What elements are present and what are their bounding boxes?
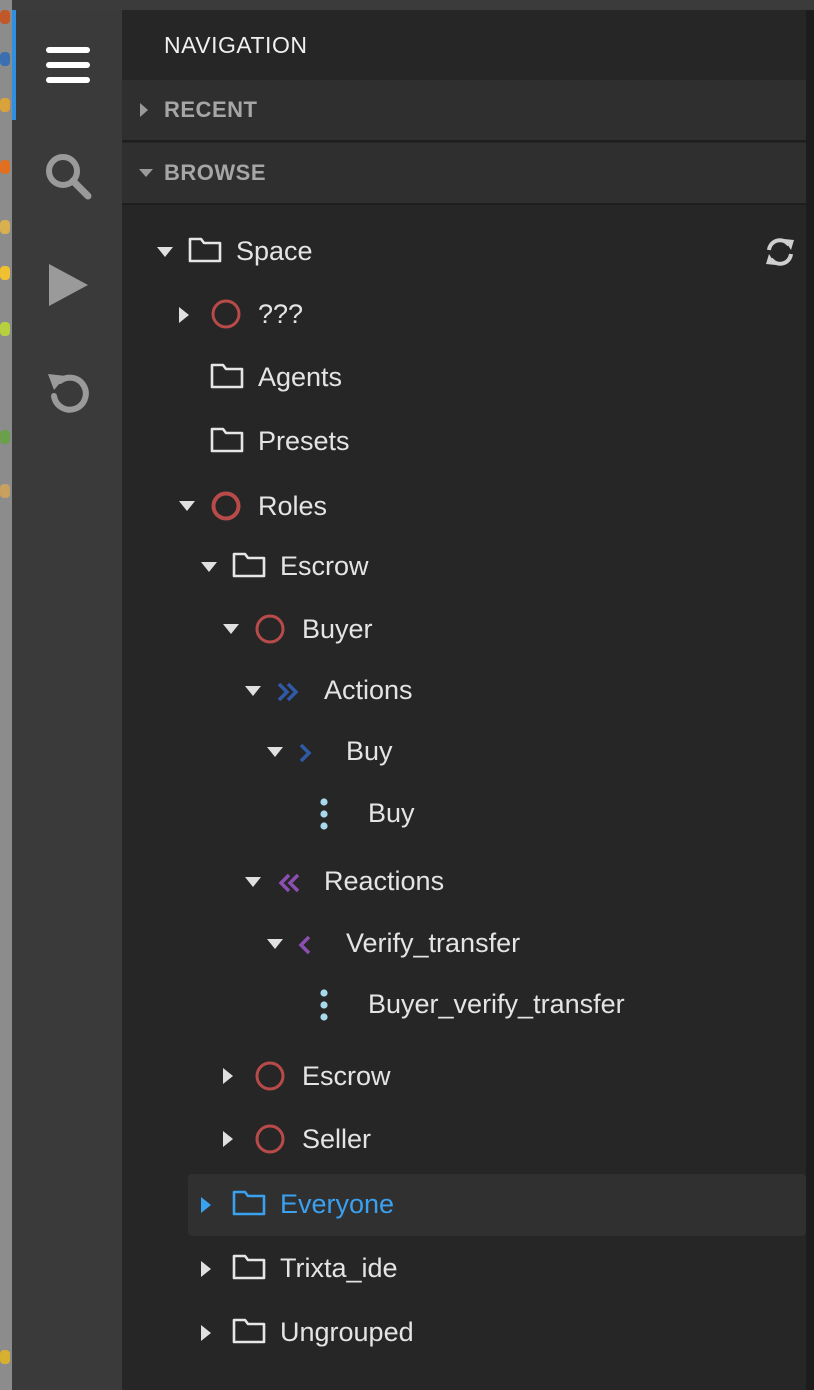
undo-button[interactable] (38, 364, 98, 424)
active-indicator (12, 10, 16, 120)
chevron-left-icon (298, 935, 311, 955)
folder-icon (232, 1318, 266, 1344)
window-top-bar (12, 0, 814, 10)
scrollbar[interactable] (806, 10, 814, 1390)
caret-right-icon[interactable] (178, 306, 190, 324)
icon-rail (12, 10, 122, 1390)
caret-down-icon[interactable] (222, 623, 240, 635)
tree-item-label: Buyer (302, 614, 373, 644)
double-chevron-left-icon (278, 873, 300, 893)
role-circle-icon (255, 1061, 285, 1091)
caret-right-icon[interactable] (222, 1130, 234, 1148)
tree-item-label: Seller (302, 1124, 372, 1154)
tree-item-label: Actions (324, 675, 413, 705)
tree-item-label: Roles (258, 491, 328, 521)
tree-item-label: Buy (346, 736, 393, 766)
role-circle-icon (211, 491, 241, 521)
play-icon (49, 264, 88, 306)
folder-icon (210, 363, 244, 389)
caret-down-icon[interactable] (244, 876, 262, 888)
caret-right-icon[interactable] (200, 1196, 212, 1214)
tree-item-label: Reactions (324, 866, 445, 896)
caret-right-icon[interactable] (200, 1324, 212, 1342)
refresh-icon[interactable] (764, 236, 796, 268)
section-label: RECENT (164, 97, 258, 122)
section-label: BROWSE (164, 160, 266, 185)
caret-down-icon[interactable] (156, 246, 174, 258)
caret-down-icon[interactable] (266, 938, 284, 950)
navigation-panel: NAVIGATION RECENT BROWSE Space ??? Agent… (122, 10, 806, 1390)
caret-down-icon[interactable] (200, 561, 218, 573)
caret-down-icon[interactable] (244, 685, 262, 697)
tree-item-label: Buyer_verify_transfer (368, 989, 625, 1019)
folder-icon (232, 552, 266, 578)
tree-item-label: Escrow (302, 1061, 391, 1091)
tree-item-label: Everyone (280, 1189, 395, 1219)
section-recent[interactable]: RECENT (122, 80, 806, 142)
caret-right-icon (140, 103, 148, 117)
caret-right-icon[interactable] (200, 1260, 212, 1278)
tree-item-label: Presets (258, 426, 350, 456)
adjacent-window-edge (0, 0, 12, 1390)
vertical-dots-icon (320, 989, 328, 1021)
caret-down-icon[interactable] (266, 746, 284, 758)
tree-item-label: Space (236, 236, 313, 266)
tree-item-label: ??? (258, 299, 304, 329)
folder-icon (232, 1254, 266, 1280)
caret-down-icon (139, 169, 153, 177)
search-icon (46, 154, 92, 200)
role-circle-icon (255, 614, 285, 644)
chevron-right-icon (299, 743, 312, 763)
role-circle-icon (211, 299, 241, 329)
tree-item-label: Agents (258, 362, 343, 392)
panel-title: NAVIGATION (164, 32, 308, 58)
caret-right-icon[interactable] (222, 1067, 234, 1085)
folder-icon (210, 427, 244, 453)
role-circle-icon (255, 1124, 285, 1154)
section-browse[interactable]: BROWSE (122, 143, 806, 205)
tree-item-label: Escrow (280, 551, 369, 581)
tree-item-label: Ungrouped (280, 1317, 414, 1347)
tree-item-label: Buy (368, 798, 415, 828)
vertical-dots-icon (320, 798, 328, 830)
menu-icon (46, 47, 90, 83)
run-button[interactable] (38, 255, 98, 315)
folder-icon (188, 237, 222, 263)
folder-icon (232, 1190, 266, 1216)
tree-item-label: Trixta_ide (280, 1253, 398, 1283)
caret-down-icon[interactable] (178, 500, 196, 512)
double-chevron-right-icon (277, 682, 299, 702)
undo-icon (48, 374, 89, 413)
menu-button[interactable] (38, 35, 98, 95)
tree-item-label: Verify_transfer (346, 928, 521, 958)
search-button[interactable] (38, 146, 98, 206)
